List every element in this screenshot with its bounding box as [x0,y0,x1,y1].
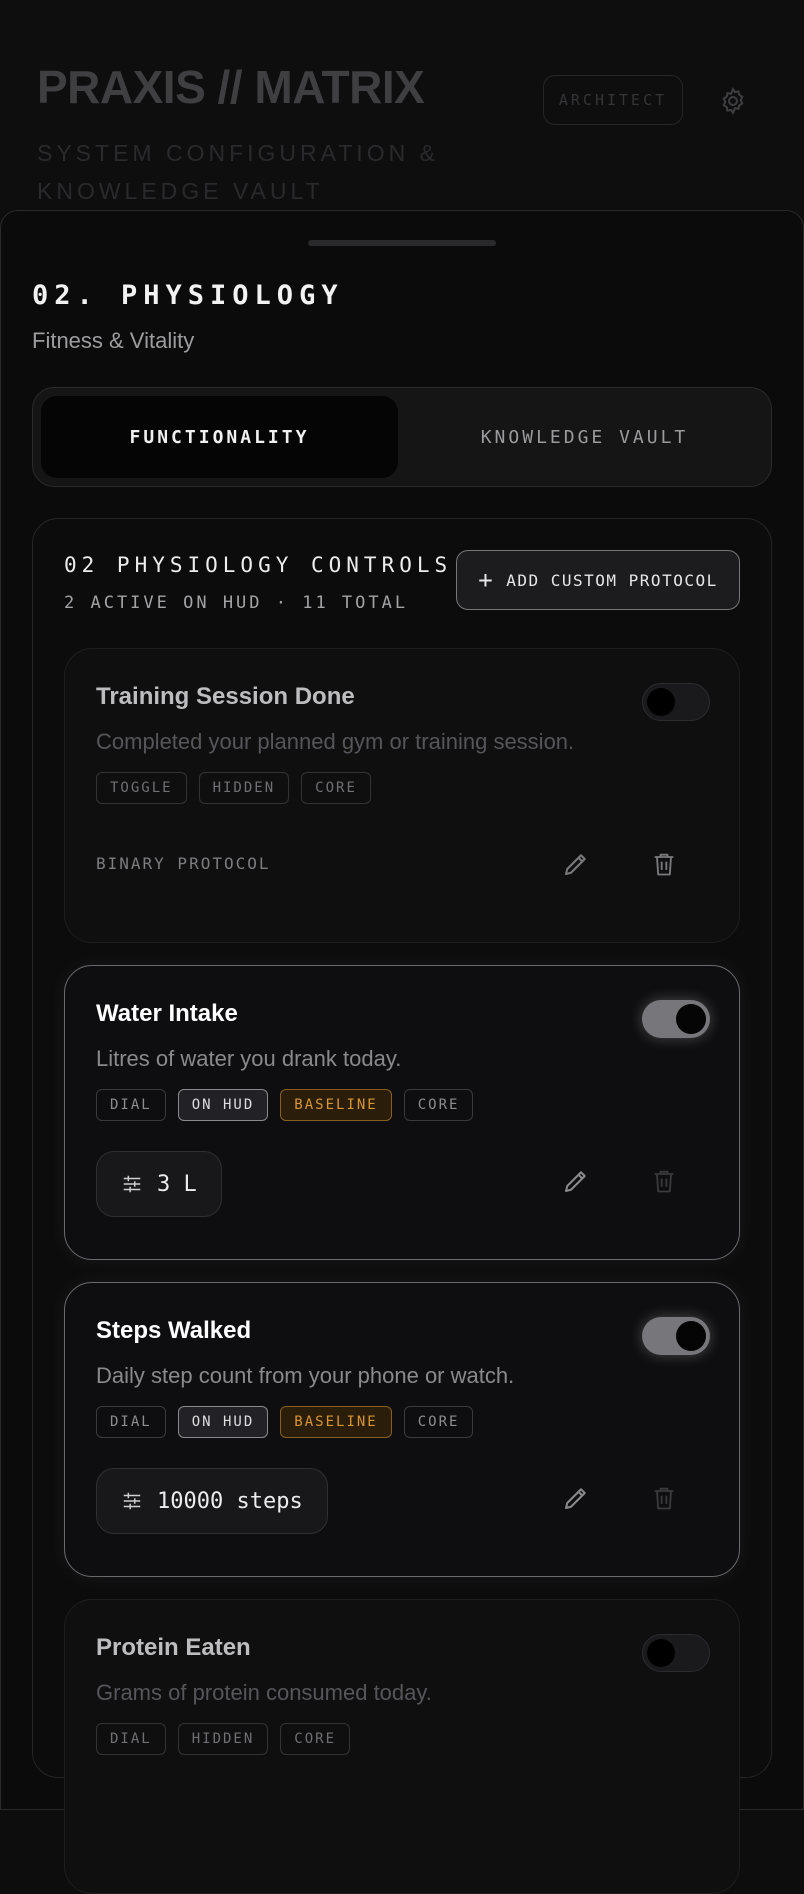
tab-bar: FUNCTIONALITY KNOWLEDGE VAULT [32,387,772,487]
pencil-icon[interactable] [561,849,591,879]
tag: TOGGLE [96,772,187,804]
trash-icon[interactable] [650,1483,678,1513]
sliders-icon [123,1175,141,1193]
card-title: Water Intake [96,1000,238,1027]
card-description: Daily step count from your phone or watc… [96,1363,515,1388]
enable-toggle[interactable] [642,683,710,721]
protocol-card: Protein Eaten Grams of protein consumed … [64,1599,740,1894]
protocol-card: Steps Walked Daily step count from your … [64,1282,740,1577]
toggle-knob [676,1321,706,1351]
enable-toggle[interactable] [642,1000,710,1038]
tab-knowledge-vault[interactable]: KNOWLEDGE VAULT [406,396,763,478]
tag-baseline: BASELINE [280,1406,392,1438]
toggle-knob [647,1639,675,1667]
add-custom-protocol-button[interactable]: + ADD CUSTOM PROTOCOL [456,550,740,610]
tag: HIDDEN [198,772,290,804]
trash-icon[interactable] [650,849,678,879]
toggle-knob [647,688,675,716]
tag-baseline: BASELINE [280,1089,392,1121]
tag: HIDDEN [177,1723,269,1755]
app-subtitle: SYSTEM CONFIGURATION & KNOWLEDGE VAULT [37,140,439,204]
value-text: 10000 steps [157,1488,303,1514]
add-button-label: ADD CUSTOM PROTOCOL [506,570,718,590]
tag: DIAL [96,1723,166,1755]
value-text: 3 L [157,1171,197,1197]
tag-list: DIAL ON HUD BASELINE CORE [96,1406,474,1438]
card-description: Litres of water you drank today. [96,1046,402,1071]
plus-icon: + [478,566,495,594]
protocol-card: Training Session Done Completed your pla… [64,648,740,943]
card-title: Training Session Done [96,683,355,710]
card-description: Grams of protein consumed today. [96,1680,432,1705]
tag: DIAL [96,1089,166,1121]
tag-list: DIAL ON HUD BASELINE CORE [96,1089,474,1121]
app-title: PRAXIS // MATRIX [37,61,425,113]
tag-on-hud: ON HUD [177,1406,269,1438]
enable-toggle[interactable] [642,1634,710,1672]
tag-on-hud: ON HUD [177,1089,269,1121]
enable-toggle[interactable] [642,1317,710,1355]
card-description: Completed your planned gym or training s… [96,729,575,754]
value-chip[interactable]: 10000 steps [96,1468,328,1534]
section-subtitle: Fitness & Vitality [32,328,195,353]
controls-summary: 2 ACTIVE ON HUD · 11 TOTAL [64,593,409,613]
pencil-icon[interactable] [561,1166,591,1196]
role-badge[interactable]: ARCHITECT [543,75,683,125]
tag: CORE [403,1089,474,1121]
tag: CORE [403,1406,474,1438]
value-chip[interactable]: 3 L [96,1151,222,1217]
sliders-icon [123,1492,141,1510]
sheet-drag-handle[interactable] [308,240,496,246]
tag-list: TOGGLE HIDDEN CORE [96,772,371,804]
tag: CORE [280,1723,351,1755]
section-title: 02. PHYSIOLOGY [32,280,344,311]
card-title: Steps Walked [96,1317,252,1344]
tag-list: DIAL HIDDEN CORE [96,1723,351,1755]
pencil-icon[interactable] [561,1483,591,1513]
gear-icon[interactable] [718,86,748,116]
protocol-type-label: BINARY PROTOCOL [96,854,271,873]
toggle-knob [676,1004,706,1034]
tag: CORE [301,772,371,804]
trash-icon[interactable] [650,1166,678,1196]
tag: DIAL [96,1406,166,1438]
protocol-card: Water Intake Litres of water you drank t… [64,965,740,1260]
tab-functionality[interactable]: FUNCTIONALITY [41,396,398,478]
controls-title: 02 PHYSIOLOGY CONTROLS [64,553,453,577]
card-title: Protein Eaten [96,1634,251,1661]
